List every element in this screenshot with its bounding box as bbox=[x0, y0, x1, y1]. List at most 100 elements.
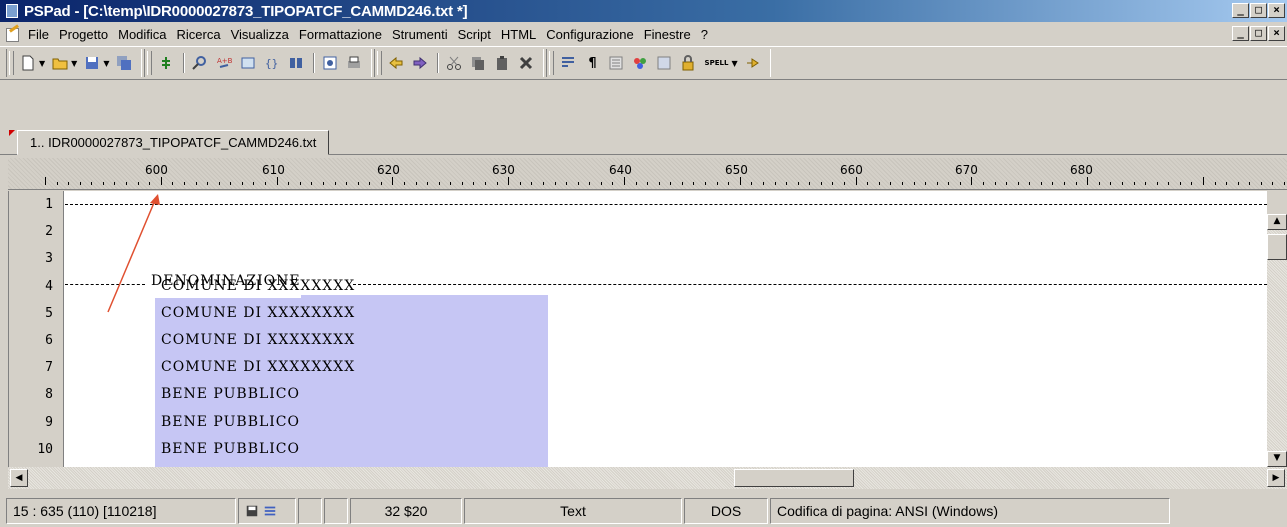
scroll-right-button[interactable]: ▶ bbox=[1267, 469, 1285, 487]
menu-configurazione[interactable]: Configurazione bbox=[546, 27, 633, 42]
browse-icon bbox=[241, 57, 255, 69]
ruler-tick bbox=[600, 182, 602, 185]
tab-document[interactable]: 1.. IDR0000027873_TIPOPATCF_CAMMD246.txt bbox=[17, 130, 330, 155]
line-number: 5 bbox=[45, 305, 53, 321]
code-button[interactable]: {} bbox=[261, 52, 283, 74]
print-icon bbox=[348, 56, 361, 68]
menu-formattazione[interactable]: Formattazione bbox=[299, 27, 382, 42]
menu-help[interactable]: ? bbox=[701, 27, 708, 42]
status-mode[interactable]: Text bbox=[464, 498, 682, 524]
chevron-down-icon[interactable]: ▼ bbox=[731, 59, 737, 68]
ruler-tick bbox=[1017, 182, 1019, 185]
print-button[interactable] bbox=[343, 52, 365, 74]
status-bar: 15 : 635 (110) [110218] 32 $20 Text DOS … bbox=[0, 495, 1287, 527]
ruler-tick bbox=[971, 177, 973, 185]
status-eol[interactable]: DOS bbox=[684, 498, 768, 524]
save-button[interactable] bbox=[81, 52, 103, 74]
new-file-button[interactable] bbox=[17, 52, 39, 74]
pspad-app-icon[interactable] bbox=[6, 4, 18, 18]
ruler-tick bbox=[577, 182, 579, 185]
scroll-up-button[interactable]: ▲ bbox=[1267, 214, 1287, 230]
pin-icon bbox=[746, 58, 759, 68]
browse-button[interactable] bbox=[237, 52, 259, 74]
colors-button[interactable] bbox=[629, 52, 651, 74]
ruler-tick bbox=[925, 182, 927, 185]
scroll-left-button[interactable]: ◀ bbox=[10, 469, 28, 487]
menu-modifica[interactable]: Modifica bbox=[118, 27, 166, 42]
pin-button[interactable] bbox=[742, 52, 764, 74]
spell-icon: SPELL bbox=[704, 59, 729, 67]
spell-button[interactable]: SPELL bbox=[701, 52, 731, 74]
ruler-tick bbox=[589, 182, 591, 185]
preview-button[interactable] bbox=[319, 52, 341, 74]
editor-area[interactable]: 1234567891011 DENOMINAZIONE COMUNE DI XX… bbox=[8, 191, 1267, 467]
line-number: 8 bbox=[45, 387, 53, 403]
minimize-button[interactable]: _ bbox=[1232, 3, 1249, 18]
close-button[interactable]: × bbox=[1268, 3, 1285, 18]
maximize-button[interactable]: □ bbox=[1250, 3, 1267, 18]
toolbar-separator bbox=[183, 53, 186, 73]
status-encoding[interactable]: Codifica di pagina: ANSI (Windows) bbox=[770, 498, 1170, 524]
undo-button[interactable] bbox=[385, 52, 407, 74]
copy-button[interactable] bbox=[467, 52, 489, 74]
line-number-gutter: 1234567891011 bbox=[9, 191, 64, 467]
ruler-label: 660 bbox=[840, 163, 863, 177]
ruler-tick bbox=[392, 177, 394, 185]
text-area[interactable]: DENOMINAZIONE COMUNE DI XXXXXXXX COMUNE D… bbox=[65, 191, 1267, 467]
mdi-close-button[interactable]: × bbox=[1268, 26, 1285, 41]
mdi-restore-button[interactable]: □ bbox=[1250, 26, 1267, 41]
chevron-down-icon[interactable]: ▼ bbox=[103, 59, 109, 68]
menu-visualizza[interactable]: Visualizza bbox=[231, 27, 289, 42]
menu-progetto[interactable]: Progetto bbox=[59, 27, 108, 42]
menu-finestre[interactable]: Finestre bbox=[644, 27, 691, 42]
redo-button[interactable] bbox=[409, 52, 431, 74]
pilcrow-button[interactable]: ¶ bbox=[581, 52, 603, 74]
ruler-tick bbox=[322, 182, 324, 185]
vertical-scrollbar[interactable]: ▲ ▼ bbox=[1267, 214, 1287, 467]
save-all-button[interactable] bbox=[113, 52, 135, 74]
book-button[interactable] bbox=[285, 52, 307, 74]
open-button[interactable] bbox=[49, 52, 71, 74]
menu-script[interactable]: Script bbox=[458, 27, 491, 42]
mdi-minimize-button[interactable]: _ bbox=[1232, 26, 1249, 41]
column-button[interactable] bbox=[605, 52, 627, 74]
horizontal-scroll-thumb[interactable] bbox=[734, 469, 854, 487]
ruler-tick bbox=[369, 182, 371, 185]
wrap-button[interactable] bbox=[557, 52, 579, 74]
ruler-tick bbox=[1040, 182, 1042, 185]
tree-button[interactable] bbox=[653, 52, 675, 74]
project-button[interactable] bbox=[155, 52, 177, 74]
ruler-tick bbox=[114, 182, 116, 185]
horizontal-scrollbar[interactable]: ◀ ▶ bbox=[8, 467, 1287, 489]
menu-strumenti[interactable]: Strumenti bbox=[392, 27, 448, 42]
ruler-label: 600 bbox=[145, 163, 168, 177]
ruler-tick bbox=[357, 182, 359, 185]
cut-button[interactable] bbox=[443, 52, 465, 74]
document-menu-icon[interactable] bbox=[4, 27, 20, 42]
tab-bar: 1.. IDR0000027873_TIPOPATCF_CAMMD246.txt bbox=[0, 121, 1287, 155]
ruler-tick bbox=[959, 182, 961, 185]
toolbar-search-group: A+B {} bbox=[144, 49, 373, 77]
ruler-tick bbox=[832, 182, 834, 185]
ruler-tick bbox=[681, 182, 683, 185]
copy-icon bbox=[472, 57, 485, 70]
find-button[interactable] bbox=[189, 52, 211, 74]
chevron-down-icon[interactable]: ▼ bbox=[71, 59, 77, 68]
ruler-tick bbox=[427, 182, 429, 185]
vertical-scroll-thumb[interactable] bbox=[1267, 234, 1287, 260]
lock-button[interactable] bbox=[677, 52, 699, 74]
ruler-tick bbox=[450, 182, 452, 185]
scroll-down-button[interactable]: ▼ bbox=[1267, 451, 1287, 467]
menu-file[interactable]: File bbox=[28, 27, 49, 42]
chevron-down-icon[interactable]: ▼ bbox=[39, 59, 45, 68]
menu-html[interactable]: HTML bbox=[501, 27, 536, 42]
paste-button[interactable] bbox=[491, 52, 513, 74]
delete-button[interactable] bbox=[515, 52, 537, 74]
code-line: COMUNE DI XXXXXXXX bbox=[161, 277, 356, 294]
ruler-tick bbox=[461, 182, 463, 185]
menu-ricerca[interactable]: Ricerca bbox=[177, 27, 221, 42]
ruler-tick bbox=[566, 182, 568, 185]
ruler-tick bbox=[160, 177, 162, 185]
replace-button[interactable]: A+B bbox=[213, 52, 235, 74]
ruler-tick bbox=[693, 182, 695, 185]
